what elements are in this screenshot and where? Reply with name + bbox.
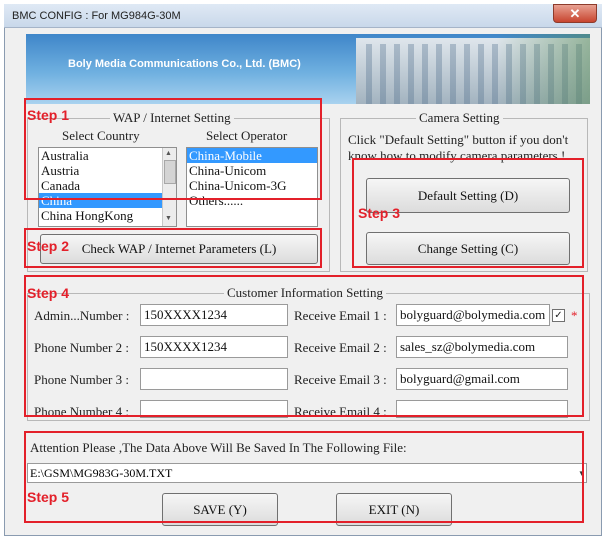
step4-label: Step 4 (27, 285, 70, 301)
country-item[interactable]: China HongKong (39, 208, 176, 223)
camera-setting-legend: Camera Setting (416, 110, 503, 126)
trees-image (496, 34, 590, 104)
camera-hint-line1: Click "Default Setting" button if you do… (348, 132, 569, 147)
window-title: BMC CONFIG : For MG984G-30M (12, 10, 181, 22)
company-name: Boly Media Communications Co., Ltd. (BMC… (68, 58, 301, 70)
close-icon: ✕ (569, 6, 581, 21)
step3-label: Step 3 (358, 205, 401, 221)
step5-highlight (24, 431, 584, 523)
scroll-down-icon[interactable]: ▼ (165, 214, 172, 222)
step1-label: Step 1 (27, 107, 70, 123)
step2-label: Step 2 (27, 238, 70, 254)
close-button[interactable]: ✕ (553, 4, 597, 23)
step5-label: Step 5 (27, 489, 70, 505)
step4-highlight (24, 275, 584, 417)
